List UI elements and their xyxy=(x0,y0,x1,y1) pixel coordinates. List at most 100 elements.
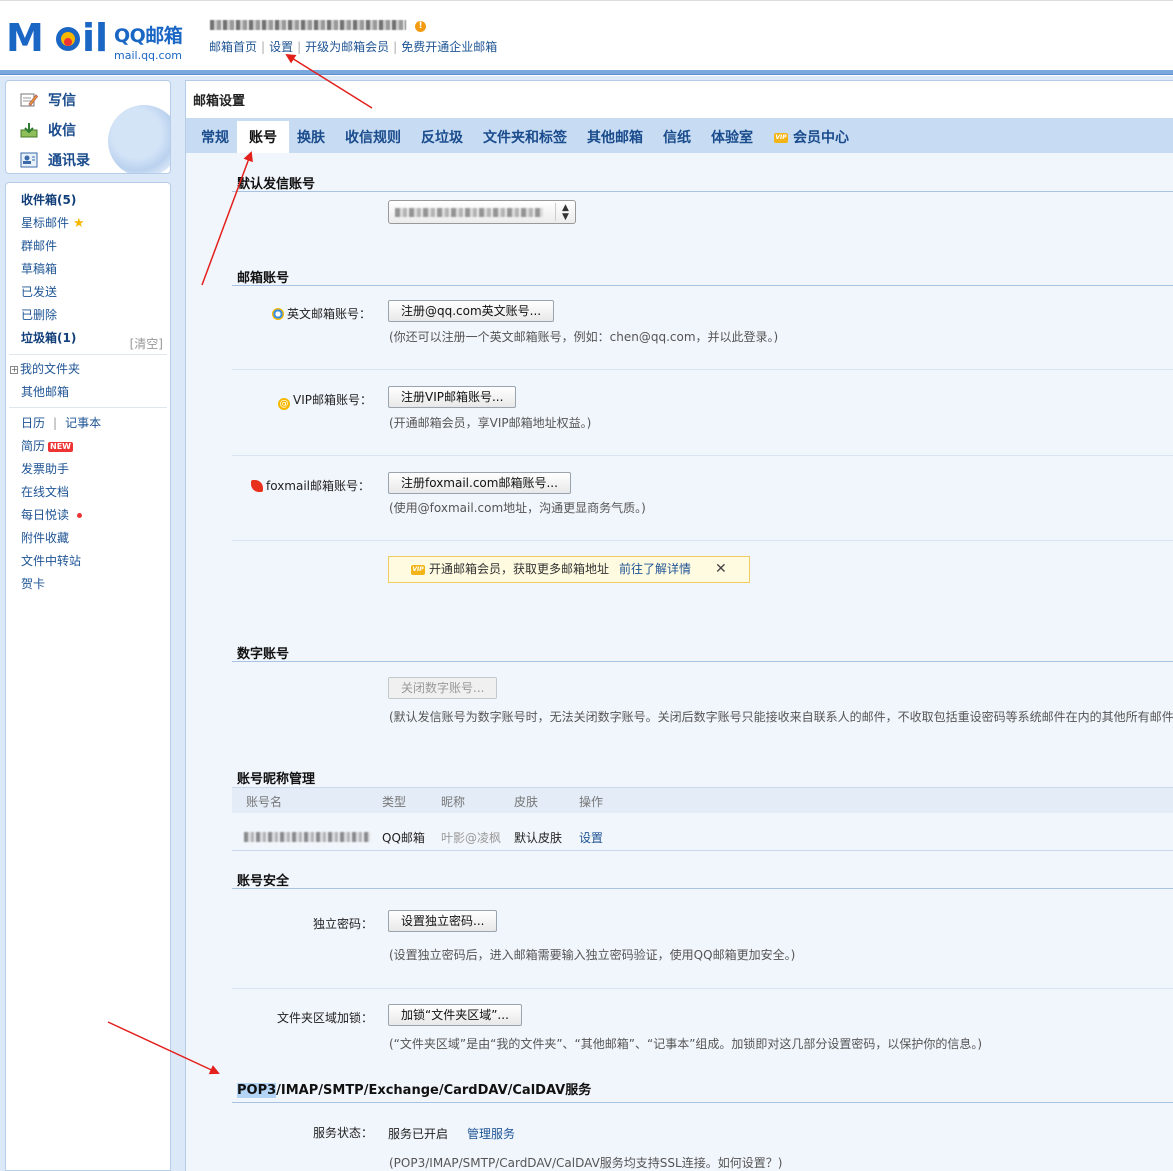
vip-icon: VIP xyxy=(774,133,788,143)
link-file-transfer[interactable]: 文件中转站 xyxy=(21,552,81,570)
th-action: 操作 xyxy=(579,795,604,809)
qq-mail-logo[interactable]: M il xyxy=(6,17,110,59)
register-foxmail-account-button[interactable]: 注册foxmail.com邮箱账号... xyxy=(388,472,571,494)
qq-penguin-decoration xyxy=(108,105,170,173)
section-default-sender: 默认发信账号 xyxy=(237,177,316,192)
compose-receive[interactable]: 收信 xyxy=(20,119,76,141)
unread-dot-icon xyxy=(77,513,83,518)
star-icon: ★ xyxy=(73,216,85,231)
vip-account-label: @ VIP邮箱账号： xyxy=(278,391,372,410)
tab-folders-labels[interactable]: 文件夹和标签 xyxy=(483,127,567,147)
user-account-redacted xyxy=(210,20,406,30)
folder-sent[interactable]: 已发送 xyxy=(21,283,57,301)
contacts-icon xyxy=(20,152,38,168)
pop3-ssl-hint: (POP3/IMAP/SMTP/CardDAV/CalDAV服务均支持SSL连接… xyxy=(389,1156,783,1170)
tab-anti-spam[interactable]: 反垃圾 xyxy=(421,127,463,147)
logo-text: QQ邮箱 mail.qq.com xyxy=(114,21,183,62)
foxmail-account-label-text: foxmail邮箱账号： xyxy=(266,479,371,493)
compose-write[interactable]: 写信 xyxy=(20,89,76,111)
tab-lab[interactable]: 体验室 xyxy=(711,127,753,147)
warning-icon[interactable]: ! xyxy=(415,21,426,32)
link-greeting-card[interactable]: 贺卡 xyxy=(21,575,45,593)
close-icon[interactable]: ✕ xyxy=(715,557,727,582)
svg-text:M: M xyxy=(6,17,44,59)
register-english-account-button[interactable]: 注册@qq.com英文账号... xyxy=(388,300,555,322)
tab-skin[interactable]: 换肤 xyxy=(297,127,325,147)
link-online-docs[interactable]: 在线文档 xyxy=(21,483,69,501)
qq-globe-icon xyxy=(272,308,284,320)
row-nickname: 叶影@凌枫 xyxy=(441,831,502,845)
tab-member-center[interactable]: VIP 会员中心 xyxy=(774,127,849,147)
tools-row: 日历 | 记事本 xyxy=(21,416,102,430)
manage-service-link[interactable]: 管理服务 xyxy=(467,1125,515,1142)
link-settings[interactable]: 设置 xyxy=(269,40,293,54)
folder-my-folders[interactable]: + 我的文件夹 xyxy=(10,360,80,378)
link-mailbox-home[interactable]: 邮箱首页 xyxy=(209,40,257,54)
vip-promo-link[interactable]: 前往了解详情 xyxy=(619,562,691,576)
settings-container: 邮箱设置 常规 账号 换肤 收信规则 反垃圾 文件夹和标签 其他邮箱 信纸 体验… xyxy=(185,80,1173,1171)
receive-label: 收信 xyxy=(48,123,76,139)
link-daily-read[interactable]: 每日悦读 xyxy=(21,506,83,524)
link-upgrade-vip[interactable]: 开级为邮箱会员 xyxy=(305,40,389,54)
folder-panel: 收件箱(5) 星标邮件 ★ 群邮件 草稿箱 已发送 已删除 垃圾箱(1) [清空]… xyxy=(5,182,171,1171)
pop3-rest: /IMAP/SMTP/Exchange/CardDAV/CalDAV服务 xyxy=(276,1083,592,1098)
independent-password-hint: (设置独立密码后，进入邮箱需要输入独立密码验证，使用QQ邮箱更加安全。) xyxy=(389,948,796,962)
link-attachments[interactable]: 附件收藏 xyxy=(21,529,69,547)
write-icon xyxy=(20,93,38,107)
english-account-hint: (你还可以注册一个英文邮箱账号，例如：chen@qq.com，并以此登录。) xyxy=(389,330,779,344)
vip-promo-banner: VIP 开通邮箱会员，获取更多邮箱地址 前往了解详情 ✕ xyxy=(388,556,750,583)
link-notes[interactable]: 记事本 xyxy=(65,416,101,430)
account-settings-content: 默认发信账号 ▲ ▼ 邮箱账号 英文邮箱账号： 注册@qq.com英文账号... … xyxy=(186,153,1173,1171)
folder-spam[interactable]: 垃圾箱(1) xyxy=(21,329,76,347)
link-enterprise-mail[interactable]: 免费开通企业邮箱 xyxy=(401,40,497,54)
select-updown-icon: ▲ ▼ xyxy=(555,203,575,222)
independent-password-label: 独立密码： xyxy=(313,917,374,931)
section-digital-account: 数字账号 xyxy=(237,647,290,662)
row-divider xyxy=(232,988,1173,989)
link-resume[interactable]: 简历 NEW xyxy=(21,437,73,455)
tab-receive-rules[interactable]: 收信规则 xyxy=(345,127,401,147)
default-sender-select[interactable]: ▲ ▼ xyxy=(388,200,576,224)
service-status-label: 服务状态： xyxy=(313,1126,374,1140)
write-label: 写信 xyxy=(48,93,76,109)
row-settings-link[interactable]: 设置 xyxy=(579,829,603,846)
section-divider xyxy=(232,888,1173,889)
link-calendar[interactable]: 日历 xyxy=(21,416,45,430)
folder-drafts[interactable]: 草稿箱 xyxy=(21,260,57,278)
nickname-table-header: 账号名 类型 昵称 皮肤 操作 xyxy=(232,787,1173,813)
lock-folder-area-button[interactable]: 加锁“文件夹区域”... xyxy=(388,1004,522,1026)
section-divider xyxy=(232,1102,1173,1103)
tab-stationery[interactable]: 信纸 xyxy=(663,127,691,147)
spam-clear-link[interactable]: [清空] xyxy=(130,335,163,352)
folder-other-mailbox[interactable]: 其他邮箱 xyxy=(21,383,69,401)
service-status-value: 服务已开启 xyxy=(388,1127,449,1141)
folder-divider xyxy=(9,354,167,355)
tab-account[interactable]: 账号 xyxy=(237,121,289,153)
compose-contacts[interactable]: 通讯录 xyxy=(20,149,90,171)
new-badge: NEW xyxy=(48,441,73,452)
close-digital-account-button[interactable]: 关闭数字账号... xyxy=(388,677,498,699)
tab-general[interactable]: 常规 xyxy=(201,127,229,147)
set-independent-password-button[interactable]: 设置独立密码... xyxy=(388,910,498,932)
foxmail-account-hint: (使用@foxmail.com地址，沟通更显商务气质。) xyxy=(389,501,646,515)
expand-icon[interactable]: + xyxy=(10,365,18,374)
digital-account-hint: (默认发信账号为数字账号时，无法关闭数字账号。关闭后数字账号只能接收来自联系人的… xyxy=(389,710,1173,724)
receive-icon xyxy=(20,123,38,138)
section-divider xyxy=(232,285,1173,286)
th-type: 类型 xyxy=(382,795,407,809)
folder-starred[interactable]: 星标邮件 ★ xyxy=(21,214,85,232)
logo-cn: QQ邮箱 xyxy=(114,25,183,47)
folder-deleted[interactable]: 已删除 xyxy=(21,306,57,324)
default-sender-value-redacted xyxy=(395,208,543,217)
row-type: QQ邮箱 xyxy=(382,831,425,845)
header-divider xyxy=(0,70,1173,75)
folder-inbox[interactable]: 收件箱(5) xyxy=(21,191,76,209)
tab-other-mailbox[interactable]: 其他邮箱 xyxy=(587,127,643,147)
account-name-redacted xyxy=(244,832,370,842)
link-invoice[interactable]: 发票助手 xyxy=(21,460,69,478)
compose-panel: 写信 收信 通讯录 xyxy=(5,80,171,174)
svg-text:il: il xyxy=(82,17,108,59)
register-vip-account-button[interactable]: 注册VIP邮箱账号... xyxy=(388,386,517,408)
folder-group[interactable]: 群邮件 xyxy=(21,237,57,255)
vip-promo-text: 开通邮箱会员，获取更多邮箱地址 xyxy=(429,562,610,576)
